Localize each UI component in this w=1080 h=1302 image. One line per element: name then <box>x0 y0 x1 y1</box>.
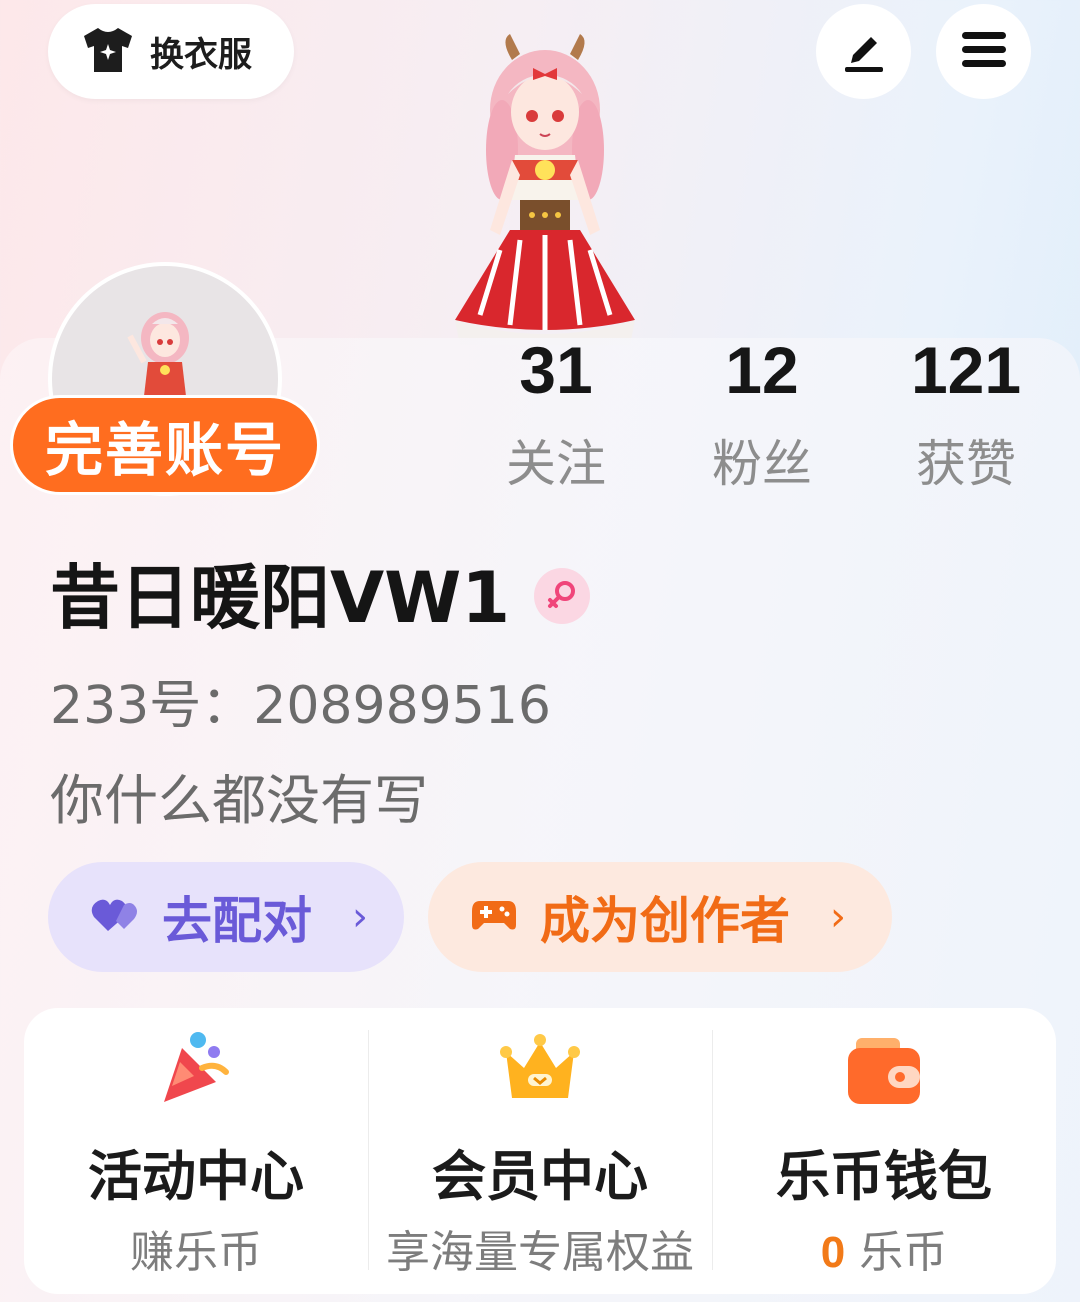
match-button[interactable]: 去配对 › <box>48 862 404 972</box>
complete-account-button[interactable]: 完善账号 <box>10 395 320 495</box>
menu-button[interactable] <box>936 4 1031 99</box>
stat-following[interactable]: 31 关注 <box>466 330 646 504</box>
avatar-character-illustration[interactable] <box>420 30 670 345</box>
activity-center-sub: 赚乐币 <box>130 1227 262 1278</box>
username: 昔日暖阳VW1 <box>50 557 511 639</box>
chevron-right-icon: › <box>352 894 368 940</box>
stat-likes[interactable]: 121 获赞 <box>876 330 1056 504</box>
coin-balance: 0 <box>820 1228 846 1277</box>
bio[interactable]: 你什么都没有写 <box>50 770 428 832</box>
change-outfit-label: 换衣服 <box>150 35 252 75</box>
coin-unit: 乐币 <box>859 1227 948 1278</box>
stat-fans-value: 12 <box>725 333 799 407</box>
creator-label: 成为创作者 <box>540 892 790 950</box>
hamburger-icon <box>960 30 1008 74</box>
vip-center-title: 会员中心 <box>432 1145 648 1208</box>
stat-fans-label: 粉丝 <box>712 435 812 493</box>
gamepad-icon <box>470 895 518 939</box>
stat-following-label: 关注 <box>506 435 606 493</box>
pen-icon <box>839 25 889 79</box>
hearts-icon <box>90 895 140 939</box>
female-icon <box>534 568 590 624</box>
tshirt-icon <box>80 26 136 78</box>
change-outfit-button[interactable]: 换衣服 <box>48 4 294 99</box>
stat-likes-value: 121 <box>910 333 1022 407</box>
party-popper-icon <box>154 1028 238 1112</box>
match-label: 去配对 <box>162 892 312 950</box>
activity-center-title: 活动中心 <box>88 1145 304 1208</box>
coin-wallet-button[interactable]: 乐币钱包 0 乐币 <box>712 1008 1056 1294</box>
coin-wallet-title: 乐币钱包 <box>776 1145 992 1208</box>
become-creator-button[interactable]: 成为创作者 › <box>428 862 892 972</box>
vip-center-sub: 享海量专属权益 <box>386 1227 694 1278</box>
user-id: 233号：208989516 <box>50 676 552 736</box>
vip-center-button[interactable]: 会员中心 享海量专属权益 <box>368 1008 712 1294</box>
crown-icon <box>498 1028 582 1112</box>
stat-following-value: 31 <box>519 333 593 407</box>
wallet-icon <box>842 1028 926 1112</box>
edit-profile-button[interactable] <box>816 4 911 99</box>
stat-likes-label: 获赞 <box>916 435 1016 493</box>
activity-center-button[interactable]: 活动中心 赚乐币 <box>24 1008 368 1294</box>
chevron-right-icon: › <box>830 894 846 940</box>
coin-wallet-sub: 0 乐币 <box>712 1216 1056 1280</box>
services-card: 活动中心 赚乐币 会员中心 享海量专属权益 乐币钱包 0 乐币 <box>24 1008 1056 1294</box>
complete-account-label: 完善账号 <box>44 416 285 484</box>
stat-fans[interactable]: 12 粉丝 <box>672 330 852 504</box>
